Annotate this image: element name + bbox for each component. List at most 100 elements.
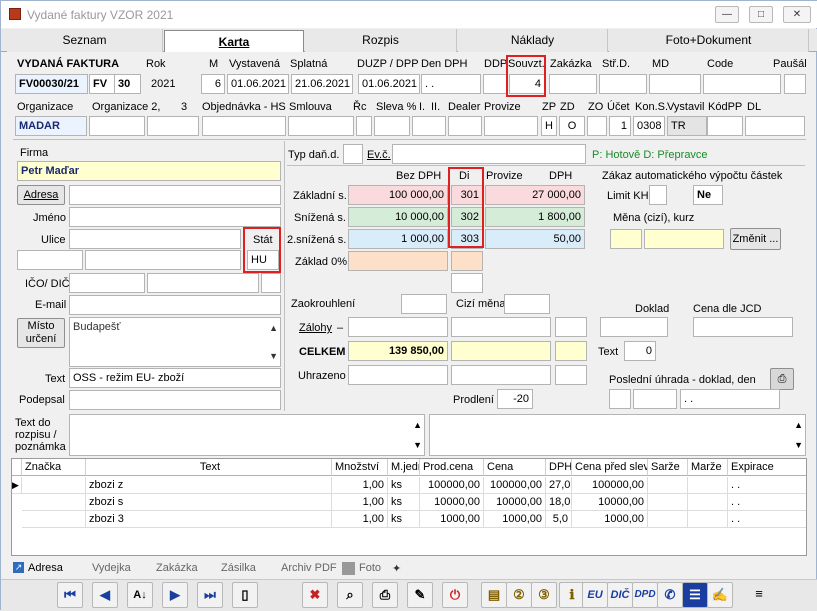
close-icon[interactable]: ⏻ — [442, 582, 468, 608]
limit-kh-field[interactable] — [649, 185, 667, 205]
table-cell[interactable] — [22, 511, 86, 528]
table-cell[interactable] — [648, 511, 688, 528]
series-number-field[interactable]: 30 — [114, 74, 141, 94]
zakladni-dph[interactable]: 27 000,00 — [485, 185, 585, 205]
bottom-tab-adresa[interactable]: Adresa — [28, 562, 63, 574]
firma-field[interactable]: Petr Maďar — [17, 161, 281, 181]
table-cell[interactable]: 10000,00 — [572, 494, 648, 511]
bottom-tab-zasilka[interactable]: Zásilka — [221, 562, 256, 574]
tab-naklady[interactable]: Náklady — [458, 29, 608, 52]
doc1-icon[interactable]: ▤ — [481, 582, 507, 608]
zmenit-button[interactable]: Změnit ... — [730, 228, 781, 250]
snizena-2-dph[interactable]: 50,00 — [485, 229, 585, 249]
uhrazeno-dph-field[interactable] — [451, 365, 551, 385]
md-field[interactable] — [649, 74, 701, 94]
scroll-down-icon-2[interactable]: ▼ — [413, 436, 422, 454]
code-field[interactable] — [703, 74, 781, 94]
table-cell[interactable] — [22, 477, 86, 494]
zakaz-field[interactable]: Ne — [693, 185, 723, 205]
zakazka-field[interactable] — [549, 74, 597, 94]
posledni-doklad-field[interactable] — [633, 389, 677, 409]
kodpp-field[interactable] — [707, 116, 743, 136]
printer-icon[interactable]: ⎙ — [770, 368, 794, 390]
adresa-field[interactable] — [69, 185, 281, 205]
dl-field[interactable] — [745, 116, 805, 136]
ev-c-field[interactable] — [392, 144, 586, 164]
misto-urceni-button[interactable]: Místo určení — [17, 318, 65, 348]
organizace-3-field[interactable] — [147, 116, 199, 136]
mesto-field[interactable] — [85, 250, 241, 270]
posledni-type-field[interactable] — [609, 389, 631, 409]
text-count-field[interactable]: 0 — [624, 341, 656, 361]
typ-dan-field[interactable] — [343, 144, 363, 164]
dic-extra-field[interactable] — [261, 273, 281, 293]
maximize-button[interactable]: □ — [749, 6, 773, 23]
snizena-2-bez-dph[interactable]: 1 000,00 — [348, 229, 448, 249]
col-sarze[interactable]: Sarže — [648, 459, 688, 476]
pin-icon[interactable]: ✦ — [392, 562, 401, 575]
cizi-mena-field[interactable] — [504, 294, 550, 314]
table-cell[interactable]: 5,0 — [546, 511, 572, 528]
ddp-field[interactable] — [483, 74, 507, 94]
tab-seznam[interactable]: Seznam — [7, 29, 163, 52]
scroll-down-icon[interactable]: ▼ — [269, 347, 278, 365]
jmeno-field[interactable] — [69, 207, 281, 227]
minimize-button[interactable]: — — [715, 6, 739, 23]
prev-record-icon[interactable]: ◀ — [92, 582, 118, 608]
strd-field[interactable] — [599, 74, 647, 94]
sort-icon[interactable]: A↓ — [127, 582, 153, 608]
bottom-tab-archiv-pdf[interactable]: Archiv PDF — [281, 562, 337, 574]
bottom-tab-foto[interactable]: Foto — [359, 562, 381, 574]
rc-field[interactable] — [356, 116, 372, 136]
issued-date-field[interactable]: 01.06.2021 — [227, 74, 289, 94]
duzp-field[interactable]: 01.06.2021 — [358, 74, 420, 94]
scroll-up-icon-2[interactable]: ▲ — [413, 416, 422, 434]
ucet-field[interactable]: 1 — [609, 116, 631, 136]
celkem-extra-field[interactable] — [555, 341, 587, 361]
den-dph-field[interactable]: . . — [421, 74, 481, 94]
zakladni-bez-dph[interactable]: 100 000,00 — [348, 185, 448, 205]
calc-icon[interactable]: ☰ — [682, 582, 708, 608]
uhrazeno-extra-field[interactable] — [555, 365, 587, 385]
table-cell[interactable]: ks — [388, 477, 420, 494]
col-marze[interactable]: Marže — [688, 459, 728, 476]
bottom-tab-zakazka[interactable]: Zakázka — [156, 562, 198, 574]
table-cell[interactable]: 1,00 — [332, 494, 388, 511]
col-cena[interactable]: Cena — [484, 459, 546, 476]
col-mnozstvi[interactable]: Množství — [332, 459, 388, 476]
tab-karta[interactable]: Karta — [164, 30, 304, 52]
table-cell[interactable]: 100000,00 — [420, 477, 484, 494]
smlouva-field[interactable] — [288, 116, 354, 136]
provize-field[interactable] — [484, 116, 538, 136]
kon-s-field[interactable]: 0308 — [633, 116, 665, 136]
find-icon[interactable]: ⌕ — [337, 582, 363, 608]
col-text[interactable]: Text — [86, 459, 332, 476]
tab-rozpis[interactable]: Rozpis — [305, 29, 457, 52]
dic-button[interactable]: DIČ — [607, 582, 633, 608]
table-cell[interactable]: 1000,00 — [484, 511, 546, 528]
table-cell[interactable]: 1000,00 — [572, 511, 648, 528]
doc2-icon[interactable]: ② — [506, 582, 532, 608]
psc-field[interactable] — [17, 250, 83, 270]
rozpis-right-field[interactable]: ▲ ▼ — [429, 414, 806, 456]
sign-icon[interactable]: ✍ — [707, 582, 733, 608]
table-cell[interactable]: 1,00 — [332, 477, 388, 494]
table-cell[interactable]: 1000,00 — [420, 511, 484, 528]
eu-button[interactable]: EU — [582, 582, 608, 608]
podepsal-field[interactable] — [69, 390, 281, 410]
doc3-icon[interactable]: ③ — [531, 582, 557, 608]
objednavka-field[interactable] — [202, 116, 286, 136]
celkem-field[interactable]: 139 850,00 — [348, 341, 448, 361]
email-field[interactable] — [69, 295, 281, 315]
ulice-field[interactable] — [69, 229, 241, 249]
i-ii-field[interactable] — [412, 116, 446, 136]
series-field[interactable]: FV — [89, 74, 116, 94]
celkem-dph-field[interactable] — [451, 341, 551, 361]
col-prod-cena[interactable]: Prod.cena — [420, 459, 484, 476]
invoice-number-field[interactable]: FV00030/21 — [15, 74, 88, 94]
menu-icon[interactable]: ≡ — [746, 582, 772, 608]
close-window-button[interactable]: ✕ — [783, 6, 811, 23]
table-cell[interactable]: . . — [728, 494, 806, 511]
pausal-field[interactable] — [784, 74, 806, 94]
table-cell[interactable]: zbozi 3 — [86, 511, 332, 528]
